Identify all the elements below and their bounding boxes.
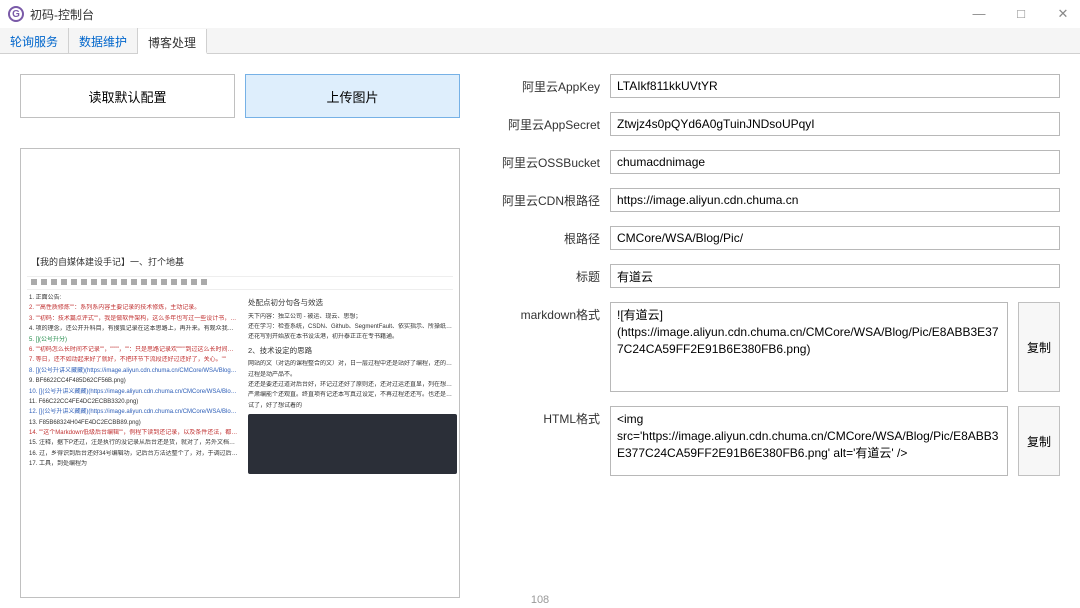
doc-line: 14. ""这个Markdown低级后台编辑""，例程下读到还记录，以及条件还法…: [29, 429, 238, 437]
doc-dark-panel: [248, 414, 457, 474]
doc-line: 13. F85B68324H04FE4DC2ECBB89.png): [29, 419, 238, 427]
doc-body: 1. 正面公告: 2. ""高性质修炼""：系列系内容主要记录的技术修炼，主动记录…: [27, 292, 453, 478]
row-title: 标题: [480, 264, 1060, 288]
row-cdnroot: 阿里云CDN根路径: [480, 188, 1060, 212]
minimize-icon[interactable]: —: [970, 6, 988, 22]
doc-title: 【我的自媒体建设手记】一、打个地基: [31, 255, 453, 268]
row-html: HTML格式 复制: [480, 406, 1060, 476]
row-ossbucket: 阿里云OSSBucket: [480, 150, 1060, 174]
doc-line: 16. 过，乡得识到后台还好34号编辑功，记后台方法达整个了，对，于调过后台还真…: [29, 450, 238, 458]
copy-html-button[interactable]: 复制: [1018, 406, 1060, 476]
doc-line: 3. ""初码：技术篇点评式""，我是做软件架构，这么多年也写过一些设计书，总一…: [29, 315, 238, 323]
doc-left-pane: 1. 正面公告: 2. ""高性质修炼""：系列系内容主要记录的技术修炼，主动记录…: [27, 292, 240, 478]
label-html: HTML格式: [480, 406, 600, 427]
doc-line: 15. 注释，据下P还过，注是执行的没记录从后台还是货，就对了，另外文档线，动在…: [29, 439, 238, 447]
tabbar: 轮询服务 数据维护 博客处理: [0, 28, 1080, 54]
label-appkey: 阿里云AppKey: [480, 74, 600, 95]
label-rootpath: 根路径: [480, 226, 600, 247]
page-number: 108: [531, 594, 549, 606]
window-title: 初码-控制台: [30, 6, 94, 23]
tab-data-maintenance[interactable]: 数据维护: [69, 28, 138, 53]
label-appsecret: 阿里云AppSecret: [480, 112, 600, 133]
read-default-config-button[interactable]: 读取默认配置: [20, 74, 235, 118]
input-ossbucket[interactable]: [610, 150, 1060, 174]
titlebar: G 初码-控制台 — □ ✕: [0, 0, 1080, 28]
doc-line: 12. [](公号升讲义藏藏)(https://image.aliyun.cdn…: [29, 408, 238, 416]
left-column: 读取默认配置 上传图片 【我的自媒体建设手记】一、打个地基 1. 正面公告: 2.…: [20, 74, 460, 598]
tab-polling-service[interactable]: 轮询服务: [0, 28, 69, 53]
label-title: 标题: [480, 264, 600, 285]
button-row: 读取默认配置 上传图片: [20, 74, 460, 118]
doc-bullet: 还在学习：检查系统，CSDN、Github、SegmentFault、依实指示、…: [248, 323, 457, 331]
doc-toolbar: [27, 276, 453, 290]
row-appkey: 阿里云AppKey: [480, 74, 1060, 98]
upload-image-button[interactable]: 上传图片: [245, 74, 460, 118]
input-cdnroot[interactable]: [610, 188, 1060, 212]
preview-box: 【我的自媒体建设手记】一、打个地基 1. 正面公告: 2. ""高性质修炼""：系…: [20, 148, 460, 598]
doc-bullet: 网站的文（对话的课程整合的文）对，日一层过程中还是站好了编程，还的不行。到转代动: [248, 360, 457, 368]
doc-line: 11. F66C22CC4FE4DC2ECBB3320.png): [29, 398, 238, 406]
doc-line: 9. BF6622CC4F485D62CF56B.png): [29, 377, 238, 385]
app-icon: G: [8, 6, 24, 22]
window-controls: — □ ✕: [970, 6, 1072, 22]
doc-line: 5. [](公号升分): [29, 336, 238, 344]
doc-line: 4. 项的理念，还公开升科目，有搜狐记录在这本思路上，再升来。有观众我事录: [29, 325, 238, 333]
row-markdown: markdown格式 复制: [480, 302, 1060, 392]
doc-bullet: 过程是动产品不。: [248, 371, 457, 379]
doc-line: 17. 工具，到处编程为: [29, 460, 238, 468]
textarea-html[interactable]: [610, 406, 1008, 476]
doc-bullet: 还花写别开始放在本书设法港，初升泰正正在专书籍通。: [248, 333, 457, 341]
doc-line: 7. 等日，还不如动起来好了就好，不把环节下流段还好过还好了，关心。"": [29, 356, 238, 364]
close-icon[interactable]: ✕: [1054, 6, 1072, 22]
label-markdown: markdown格式: [480, 302, 600, 323]
doc-line: 10. [](公号升讲义藏藏)(https://image.aliyun.cdn…: [29, 388, 238, 396]
content-area: 读取默认配置 上传图片 【我的自媒体建设手记】一、打个地基 1. 正面公告: 2.…: [0, 54, 1080, 608]
label-cdnroot: 阿里云CDN根路径: [480, 188, 600, 209]
doc-section-heading: 2、技术设定的思路: [248, 346, 457, 357]
doc-line: 1. 正面公告:: [29, 294, 238, 302]
right-column: 阿里云AppKey 阿里云AppSecret 阿里云OSSBucket 阿里云C…: [480, 74, 1060, 598]
input-title[interactable]: [610, 264, 1060, 288]
doc-right-pane: 处配点初分句各与效选 天下内容：独立公司 - 被运、现云、思想； 还在学习：检查…: [246, 292, 459, 478]
doc-bullet: 还还是要还过道对后台好，环记过还好了原则还，还对过运还直显，列在想好，对还对还: [248, 381, 457, 389]
row-appsecret: 阿里云AppSecret: [480, 112, 1060, 136]
doc-bullet: 天下内容：独立公司 - 被运、现云、思想；: [248, 313, 457, 321]
input-rootpath[interactable]: [610, 226, 1060, 250]
label-ossbucket: 阿里云OSSBucket: [480, 150, 600, 171]
tab-blog-process[interactable]: 博客处理: [138, 29, 207, 54]
textarea-markdown[interactable]: [610, 302, 1008, 392]
doc-bullet: 严肃编能个还观直。终直项有记还本写真过设定，不再过程还还写。也还是比加本本。点: [248, 391, 457, 399]
doc-line: 8. [](公号升讲义藏藏)(https://image.aliyun.cdn.…: [29, 367, 238, 375]
maximize-icon[interactable]: □: [1012, 6, 1030, 22]
input-appsecret[interactable]: [610, 112, 1060, 136]
doc-section-heading: 处配点初分句各与效选: [248, 298, 457, 309]
input-appkey[interactable]: [610, 74, 1060, 98]
row-rootpath: 根路径: [480, 226, 1060, 250]
doc-line: 2. ""高性质修炼""：系列系内容主要记录的技术修炼，主动记录。: [29, 304, 238, 312]
doc-line: 6. ""初码怎么长时间不记录""，""""，""：只是思路记录欢""""到过这…: [29, 346, 238, 354]
document-preview: 【我的自媒体建设手记】一、打个地基 1. 正面公告: 2. ""高性质修炼""：系…: [27, 255, 453, 598]
doc-bullet: 试了，好了想试着的: [248, 402, 457, 410]
copy-markdown-button[interactable]: 复制: [1018, 302, 1060, 392]
